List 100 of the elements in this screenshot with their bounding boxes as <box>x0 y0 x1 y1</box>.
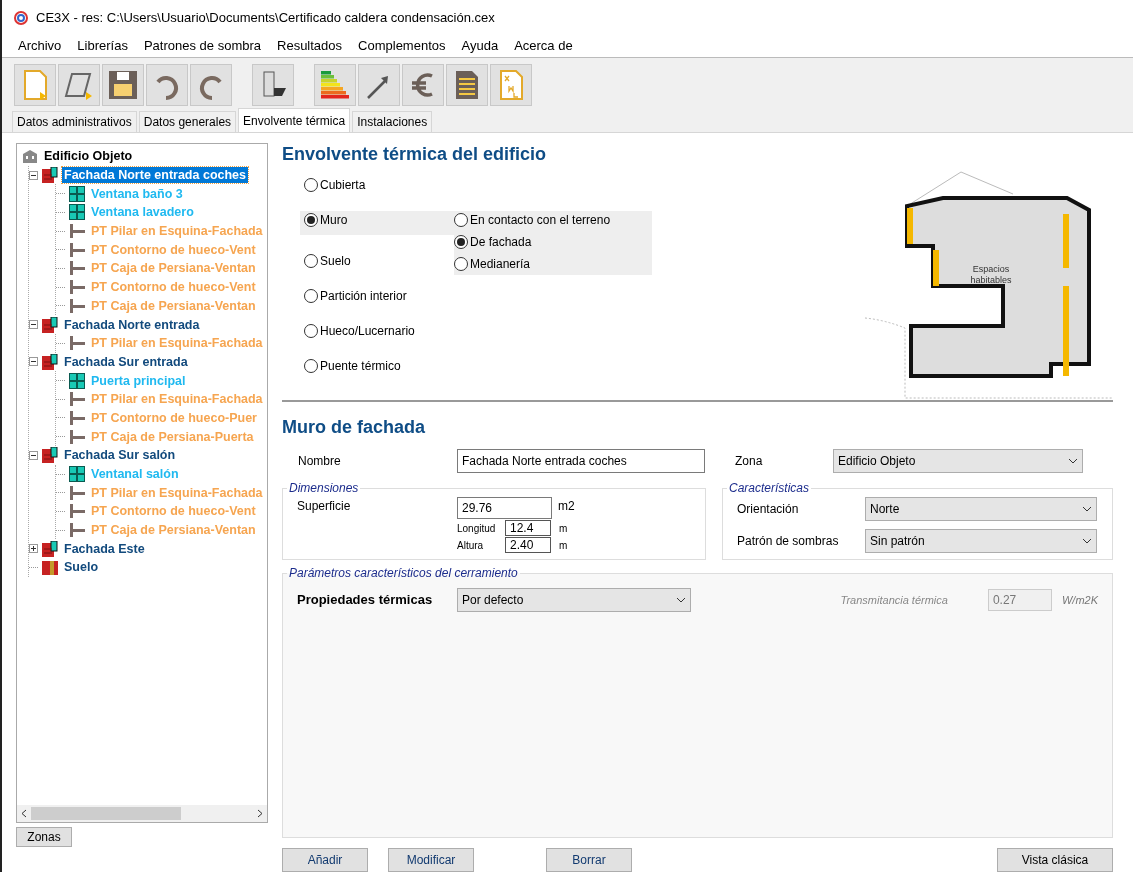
radio-button[interactable] <box>304 289 318 303</box>
tree-item[interactable]: Suelo <box>62 559 101 576</box>
radio-button[interactable] <box>304 324 318 338</box>
app-logo-icon <box>14 10 28 25</box>
save-icon[interactable] <box>102 64 144 106</box>
radio-button[interactable] <box>304 359 318 373</box>
thermal-bridge-icon <box>69 523 85 538</box>
wall-icon <box>42 316 58 333</box>
action-button[interactable]: Borrar <box>546 848 632 872</box>
radio-label[interactable]: Hueco/Lucernario <box>320 322 415 340</box>
radio-label[interactable]: Suelo <box>320 252 351 270</box>
field-label: Propiedades térmicas <box>297 591 434 610</box>
scrollbar-thumb[interactable] <box>31 807 181 820</box>
radio-button[interactable] <box>304 254 318 268</box>
undo-icon[interactable] <box>146 64 188 106</box>
floor-icon <box>42 559 58 576</box>
section-title: Envolvente térmica del edificio <box>282 143 548 166</box>
thermal-bridge-icon <box>69 485 85 500</box>
folder-icon[interactable] <box>58 64 100 106</box>
dimension-input[interactable]: 2.40 <box>505 537 551 553</box>
field-label: Transmitancia térmica <box>840 592 948 608</box>
field-label: Orientación <box>737 501 800 518</box>
field-label: Longitud <box>457 521 497 536</box>
radio-button[interactable] <box>304 213 318 227</box>
thermal-bridge-icon <box>69 224 85 239</box>
field-label: Altura <box>457 538 485 553</box>
action-button[interactable]: Modificar <box>388 848 474 872</box>
radio-label[interactable]: Muro <box>320 211 348 229</box>
collapse-toggle-icon[interactable] <box>29 170 38 180</box>
classic-view-button[interactable]: Vista clásica <box>997 848 1113 872</box>
thermal-bridge-icon <box>69 280 85 295</box>
group-legend: Dimensiones <box>287 479 361 497</box>
collapse-toggle-icon[interactable] <box>29 357 38 367</box>
tab[interactable]: Instalaciones <box>352 111 433 132</box>
unit-label: m <box>559 538 568 553</box>
menu-item[interactable]: Archivo <box>18 36 62 56</box>
radio-label[interactable]: Medianería <box>470 255 531 273</box>
menu-item[interactable]: Resultados <box>277 36 343 56</box>
group-legend: Características <box>727 479 812 497</box>
collapse-toggle-icon[interactable] <box>29 320 38 330</box>
menu-item[interactable]: Acerca de <box>514 36 573 56</box>
zones-button[interactable]: Zonas <box>16 827 72 847</box>
menu-item[interactable]: Patrones de sombra <box>143 36 261 56</box>
window-icon <box>69 372 85 389</box>
radio-label[interactable]: Cubierta <box>320 176 366 194</box>
thermal-bridge-icon <box>69 242 85 257</box>
horizontal-scrollbar[interactable] <box>17 805 267 822</box>
document-icon[interactable] <box>446 64 488 106</box>
tree-item[interactable]: Fachada Sur entrada <box>62 353 190 370</box>
zone-select[interactable]: Edificio Objeto <box>833 449 1083 473</box>
dimension-input[interactable]: 12.4 <box>505 520 551 536</box>
block-icon[interactable] <box>252 64 294 106</box>
window-icon <box>69 466 85 483</box>
group-legend: Parámetros característicos del cerramiento <box>287 564 520 582</box>
radio-button[interactable] <box>304 178 318 192</box>
energy-rating-icon[interactable] <box>314 64 356 106</box>
tree-item[interactable]: Fachada Norte entrada coches <box>62 167 248 184</box>
radio-label[interactable]: En contacto con el terreno <box>470 211 611 229</box>
thermal-bridge-icon <box>69 261 85 276</box>
action-button[interactable]: Añadir <box>282 848 368 872</box>
collapse-toggle-icon[interactable] <box>29 450 38 460</box>
menu-item[interactable]: Complementos <box>358 36 446 56</box>
tree-item[interactable]: Fachada Norte entrada <box>62 316 202 333</box>
radio-label[interactable]: Puente térmico <box>320 357 401 375</box>
euro-icon[interactable] <box>402 64 444 106</box>
dropdown[interactable]: Sin patrón <box>865 529 1097 553</box>
chevron-icon <box>676 597 686 603</box>
surface-input[interactable]: 29.76 <box>457 497 552 519</box>
radio-label[interactable]: De fachada <box>470 233 532 251</box>
scroll-left-icon[interactable] <box>21 809 27 818</box>
thermal-properties-select[interactable]: Por defecto <box>457 588 691 612</box>
tree-item[interactable]: Fachada Este <box>62 540 147 557</box>
chevron-icon <box>1068 458 1078 464</box>
window-icon <box>69 185 85 202</box>
expand-toggle-icon[interactable] <box>29 544 38 554</box>
tab[interactable]: Envolvente térmica <box>238 108 351 132</box>
thermal-bridge-icon <box>69 504 85 519</box>
dropdown[interactable]: Norte <box>865 497 1097 521</box>
window-icon <box>69 204 85 221</box>
redo-icon[interactable] <box>190 64 232 106</box>
menu-item[interactable]: Librerías <box>77 36 128 56</box>
unit-label: m <box>559 521 568 536</box>
radio-button[interactable] <box>454 213 468 227</box>
tree-item[interactable]: Edificio Objeto <box>42 148 135 165</box>
tab[interactable]: Datos generales <box>138 111 237 132</box>
thermal-bridge-icon <box>69 410 85 425</box>
chevron-icon <box>1082 538 1092 544</box>
unit-label: m2 <box>558 498 575 515</box>
radio-label[interactable]: Partición interior <box>320 287 407 305</box>
wall-icon <box>42 447 58 464</box>
chevron-icon <box>1082 506 1092 512</box>
scroll-right-icon[interactable] <box>257 809 263 818</box>
tree-item[interactable]: Fachada Sur salón <box>62 447 178 464</box>
menu-item[interactable]: Ayuda <box>461 36 499 56</box>
tab[interactable]: Datos administrativos <box>12 111 137 132</box>
radio-button[interactable] <box>454 257 468 271</box>
thermal-bridge-icon <box>69 298 85 313</box>
radio-button[interactable] <box>454 235 468 249</box>
window-title: CE3X - res: C:\Users\Usuario\Documents\Certificado caldera condensación.cex <box>36 8 495 27</box>
name-input[interactable]: Fachada Norte entrada coches <box>457 449 705 473</box>
